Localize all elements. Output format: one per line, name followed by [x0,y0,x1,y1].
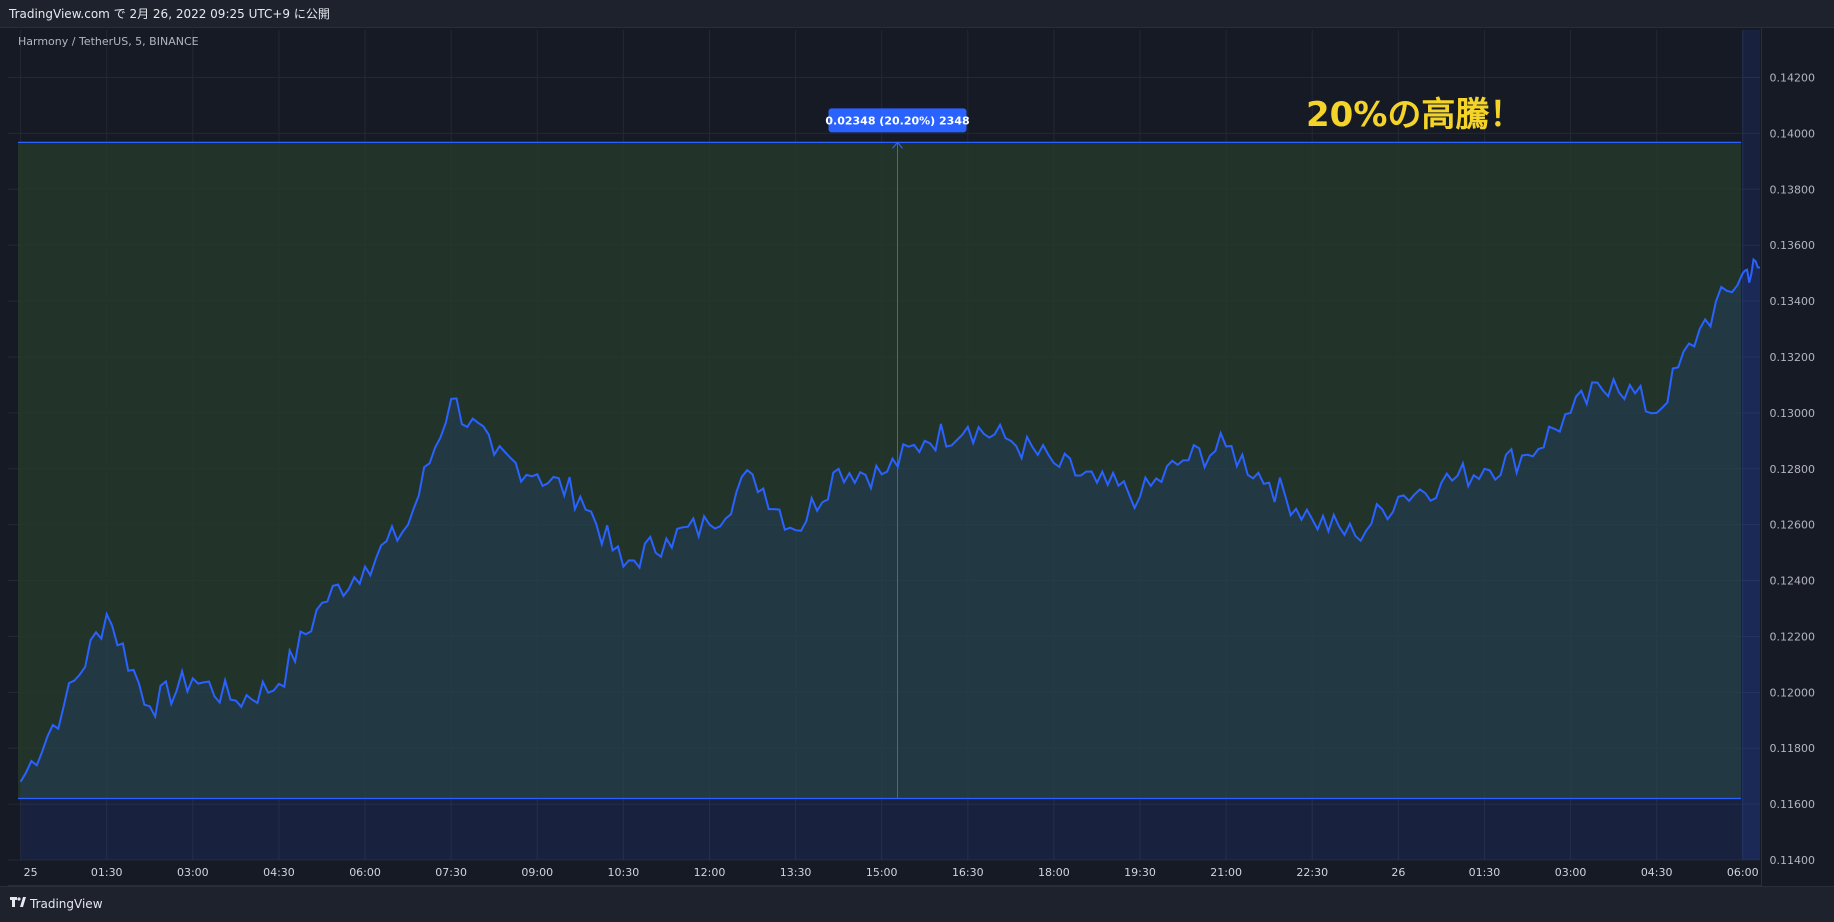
y-tick-label: 0.13000 [1770,407,1816,420]
tradingview-brand[interactable]: TradingView [10,896,103,911]
brand-name: TradingView [30,896,103,911]
y-tick-label: 0.11600 [1770,798,1816,811]
price-axis[interactable]: 0.14200 0.14000 0.13800 0.13600 0.13400 0.132… [1770,72,1816,867]
y-tick-label: 0.13600 [1770,239,1816,252]
y-tick-label: 0.14000 [1770,127,1816,140]
y-tick-label: 0.11400 [1770,854,1816,867]
symbol-title[interactable]: Harmony / TetherUS, 5, BINANCE [18,35,199,48]
y-tick-label: 0.12600 [1770,519,1816,532]
y-tick-label: 0.13800 [1770,183,1816,196]
footer-bar: TradingView [0,886,1834,922]
y-tick-label: 0.14200 [1770,72,1816,85]
y-tick-label: 0.12000 [1770,686,1816,699]
y-tick-label: 0.12400 [1770,575,1816,588]
y-tick-label: 0.13400 [1770,295,1816,308]
y-tick-label: 0.11800 [1770,742,1816,755]
chart-frame [8,28,1762,886]
y-tick-label: 0.12800 [1770,463,1816,476]
y-tick-label: 0.13200 [1770,351,1816,364]
y-tick-label: 0.12200 [1770,630,1816,643]
tradingview-logo-icon [10,896,26,911]
